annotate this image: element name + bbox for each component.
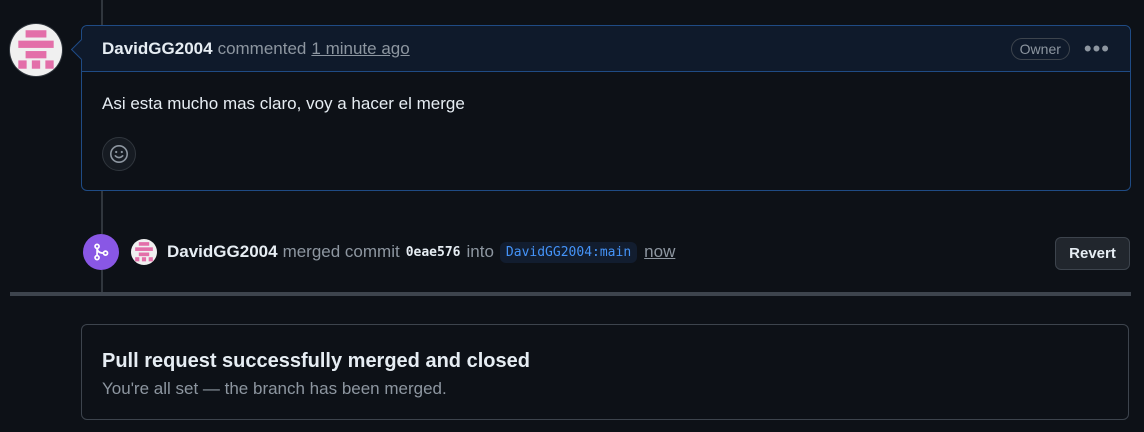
target-branch-link[interactable]: DavidGG2004:main <box>499 241 638 263</box>
identicon-small <box>135 242 153 262</box>
identicon <box>15 29 57 71</box>
add-reaction-button[interactable] <box>102 137 136 171</box>
revert-button[interactable]: Revert <box>1055 237 1130 270</box>
comment-action: commented <box>217 38 307 58</box>
merge-action: merged commit <box>282 242 400 261</box>
merge-event-row: DavidGG2004 merged commit 0eae576 into D… <box>83 234 1131 270</box>
git-merge-icon <box>83 234 119 270</box>
timeline-line-middle <box>101 190 103 234</box>
comment-timestamp-link[interactable]: 1 minute ago <box>311 39 409 59</box>
merge-author-link[interactable]: DavidGG2004 <box>167 242 278 262</box>
timeline-line-top <box>101 0 103 25</box>
commit-sha-link[interactable]: 0eae576 <box>406 245 461 260</box>
smiley-icon <box>110 145 128 163</box>
timeline-divider <box>10 292 1131 296</box>
comment-author-avatar[interactable] <box>10 24 62 76</box>
comment-card: DavidGG2004 commented 1 minute ago Owner… <box>70 25 1131 191</box>
comment-body: Asi esta mucho mas claro, voy a hacer el… <box>102 94 465 113</box>
merge-status-box: Pull request successfully merged and clo… <box>81 324 1129 420</box>
merge-author-avatar[interactable] <box>131 239 157 265</box>
comment-header: DavidGG2004 commented 1 minute ago Owner… <box>82 26 1130 72</box>
merge-into-text: into <box>466 242 494 261</box>
owner-badge: Owner <box>1010 37 1070 60</box>
merge-timestamp-link[interactable]: now <box>644 242 675 262</box>
kebab-horizontal-icon[interactable]: ••• <box>1084 37 1110 60</box>
timeline-line-bottom <box>101 270 103 292</box>
comment-author-link[interactable]: DavidGG2004 <box>102 39 213 59</box>
merge-status-title: Pull request successfully merged and clo… <box>102 350 530 372</box>
merge-status-subtitle: You're all set — the branch has been mer… <box>102 379 447 398</box>
